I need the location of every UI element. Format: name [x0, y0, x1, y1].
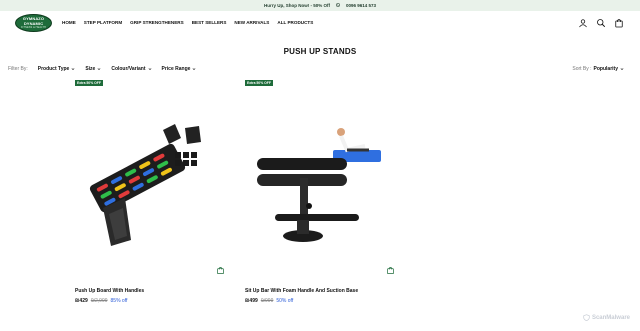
discount-badge: Extra 50% OFF: [75, 80, 103, 86]
compare-price: ₪999: [260, 298, 274, 304]
announcement-promo: Hurry Up, Shop Now! - 50% Off: [263, 3, 330, 8]
nav-item-all-products[interactable]: ALL PRODUCTS: [277, 20, 313, 25]
chevron-down-icon: [71, 68, 75, 70]
discount-badge: Extra 50% OFF: [245, 80, 273, 86]
brand-logo[interactable]: GYMNAZO DYNAMIC FITNESS & HEALTH: [15, 14, 52, 32]
product-image-push-up-board[interactable]: [75, 110, 225, 250]
sale-price: ₪499: [245, 298, 258, 304]
bag-icon[interactable]: [614, 18, 624, 28]
filter-size[interactable]: Size: [85, 66, 101, 72]
product-price: ₪499 ₪999 50% off: [245, 298, 293, 304]
sort-value: Popularity: [593, 66, 618, 72]
announcement-phone[interactable]: 0096 9614 573: [346, 3, 376, 8]
filter-product-type-label: Product Type: [37, 66, 70, 72]
discount-percent: 85% off: [110, 298, 128, 304]
page-title: PUSH UP STANDS: [283, 47, 357, 56]
product-image-sit-up-bar[interactable]: [245, 110, 395, 250]
nav-item-home[interactable]: HOME: [62, 20, 76, 25]
filter-bar: Filter By: Product Type Size Colour/Vari…: [8, 66, 196, 72]
nav-item-grip-strengtheners[interactable]: GRIP STRENGTHENERS: [130, 20, 184, 25]
chevron-down-icon: [620, 68, 624, 70]
main-nav: HOME STEP PLATFORM GRIP STRENGTHENERS BE…: [62, 20, 313, 25]
chevron-down-icon: [97, 68, 101, 70]
search-icon[interactable]: [596, 18, 606, 28]
sort-label: Sort By :: [572, 66, 592, 72]
filter-price-range-label: Price Range: [161, 66, 191, 72]
announcement-bar: Hurry Up, Shop Now! - 50% Off 0096 9614 …: [0, 0, 640, 11]
header-icons: [578, 18, 624, 28]
filter-product-type[interactable]: Product Type: [38, 66, 76, 72]
filter-colour-variant-label: Colour/Variant: [111, 66, 146, 72]
watermark: ScanMalware: [583, 314, 630, 321]
product-price: ₪429 ₪2,999 85% off: [75, 298, 127, 304]
watermark-text: ScanMalware: [591, 314, 630, 321]
product-name[interactable]: Sit Up Bar With Foam Handle And Suction …: [245, 288, 358, 294]
logo-line-3: FITNESS & HEALTH: [21, 26, 46, 29]
filter-colour-variant[interactable]: Colour/Variant: [111, 66, 151, 72]
discount-percent: 50% off: [276, 298, 294, 304]
nav-item-best-sellers[interactable]: BEST SELLERS: [192, 20, 227, 25]
sale-price: ₪429: [75, 298, 88, 304]
filter-price-range[interactable]: Price Range: [162, 66, 197, 72]
chevron-down-icon: [193, 68, 196, 70]
user-icon[interactable]: [578, 18, 588, 28]
chevron-down-icon: [148, 68, 151, 70]
compare-price: ₪2,999: [90, 298, 108, 304]
phone-icon: [336, 3, 340, 8]
nav-item-step-platform[interactable]: STEP PLATFORM: [84, 20, 122, 25]
add-to-cart-icon[interactable]: [386, 266, 395, 275]
add-to-cart-icon[interactable]: [216, 266, 225, 275]
filter-size-label: Size: [85, 66, 96, 72]
nav-item-new-arrivals[interactable]: NEW ARRIVALS: [234, 20, 269, 25]
filter-label: Filter By:: [8, 66, 28, 72]
product-name[interactable]: Push Up Board With Handles: [75, 288, 144, 294]
sort-dropdown[interactable]: Sort By : Popularity: [572, 66, 624, 72]
shield-icon: [583, 314, 590, 321]
